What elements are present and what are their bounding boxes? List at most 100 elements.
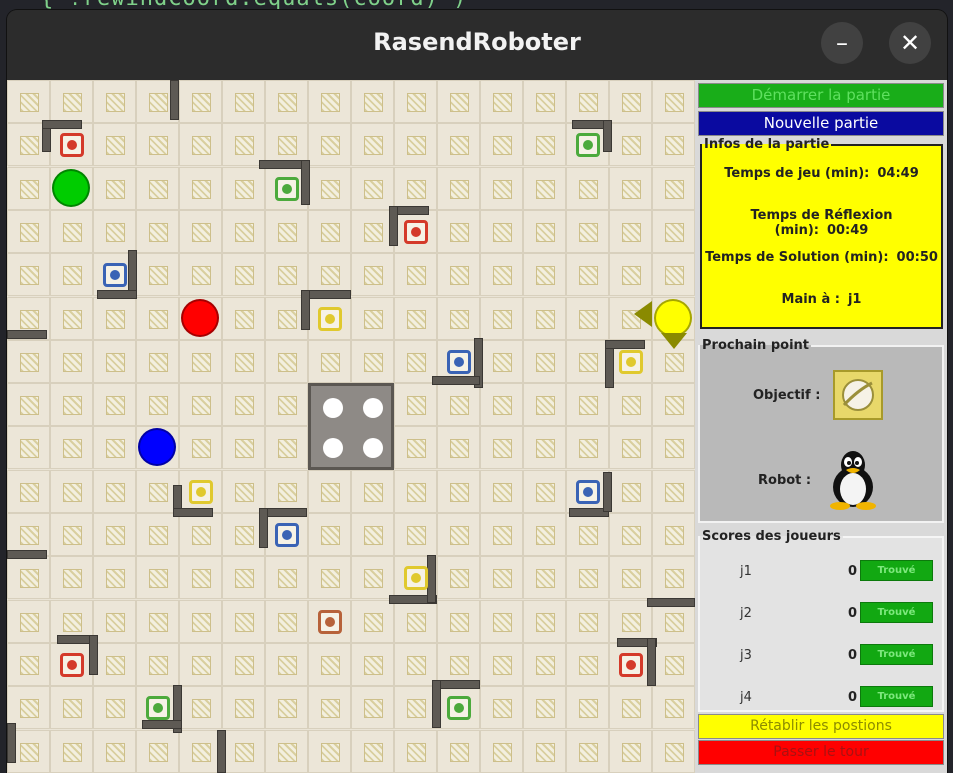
board-cell[interactable] xyxy=(480,729,523,773)
board-cell[interactable] xyxy=(523,383,566,427)
board-cell[interactable] xyxy=(566,729,609,773)
board-cell[interactable] xyxy=(265,469,308,513)
board-cell[interactable] xyxy=(93,686,136,730)
board-cell[interactable] xyxy=(179,339,222,383)
board-cell[interactable] xyxy=(437,123,480,167)
board-cell[interactable] xyxy=(652,383,695,427)
board-cell[interactable] xyxy=(136,296,179,340)
board-cell[interactable] xyxy=(480,642,523,686)
board-cell[interactable] xyxy=(136,166,179,210)
board-cell[interactable] xyxy=(566,339,609,383)
board-cell[interactable] xyxy=(50,339,93,383)
board-cell[interactable] xyxy=(652,556,695,600)
board-cell[interactable] xyxy=(308,209,351,253)
board-cell[interactable] xyxy=(609,166,652,210)
board-cell[interactable] xyxy=(652,166,695,210)
board-cell[interactable] xyxy=(308,166,351,210)
board-cell[interactable] xyxy=(222,729,265,773)
board-cell[interactable] xyxy=(93,469,136,513)
board-cell[interactable] xyxy=(308,686,351,730)
board-cell[interactable] xyxy=(265,339,308,383)
found-button-j2[interactable]: Trouvé xyxy=(860,602,933,623)
board-cell[interactable] xyxy=(609,513,652,556)
board-cell[interactable] xyxy=(437,556,480,600)
board-cell[interactable] xyxy=(609,556,652,600)
board-cell[interactable] xyxy=(351,469,394,513)
board-cell[interactable] xyxy=(179,209,222,253)
board-cell[interactable] xyxy=(609,383,652,427)
board-cell[interactable] xyxy=(394,253,437,297)
board-cell[interactable] xyxy=(480,513,523,556)
board-cell[interactable] xyxy=(437,296,480,340)
found-button-j3[interactable]: Trouvé xyxy=(860,644,933,665)
board-cell[interactable] xyxy=(394,599,437,643)
board-cell[interactable] xyxy=(93,729,136,773)
board-cell[interactable] xyxy=(136,729,179,773)
board-cell[interactable] xyxy=(265,729,308,773)
board-cell[interactable] xyxy=(93,642,136,686)
board-cell[interactable] xyxy=(222,426,265,470)
board-cell[interactable] xyxy=(652,469,695,513)
move-arrows[interactable] xyxy=(634,293,704,363)
board-cell[interactable] xyxy=(93,556,136,600)
board-cell[interactable] xyxy=(652,686,695,730)
board-cell[interactable] xyxy=(351,296,394,340)
board-cell[interactable] xyxy=(50,513,93,556)
board-cell[interactable] xyxy=(351,556,394,600)
board-cell[interactable] xyxy=(437,599,480,643)
board-cell[interactable] xyxy=(652,253,695,297)
board-cell[interactable] xyxy=(437,166,480,210)
board-cell[interactable] xyxy=(50,383,93,427)
board-cell[interactable] xyxy=(222,383,265,427)
board-cell[interactable] xyxy=(7,556,50,600)
board-cell[interactable] xyxy=(652,426,695,470)
board-cell[interactable] xyxy=(609,123,652,167)
board-cell[interactable] xyxy=(609,729,652,773)
board-cell[interactable] xyxy=(222,209,265,253)
board-cell[interactable] xyxy=(652,123,695,167)
board-cell[interactable] xyxy=(394,469,437,513)
board-cell[interactable] xyxy=(179,642,222,686)
board-cell[interactable] xyxy=(523,166,566,210)
board-cell[interactable] xyxy=(609,80,652,123)
board-cell[interactable] xyxy=(222,556,265,600)
board-cell[interactable] xyxy=(609,253,652,297)
board-cell[interactable] xyxy=(50,556,93,600)
board-cell[interactable] xyxy=(93,123,136,167)
board-cell[interactable] xyxy=(480,426,523,470)
board-cell[interactable] xyxy=(523,253,566,297)
new-game-button[interactable]: Nouvelle partie xyxy=(698,111,944,136)
board-cell[interactable] xyxy=(437,383,480,427)
board-cell[interactable] xyxy=(7,209,50,253)
board-cell[interactable] xyxy=(609,599,652,643)
board-cell[interactable] xyxy=(609,426,652,470)
board-cell[interactable] xyxy=(480,383,523,427)
board-cell[interactable] xyxy=(437,426,480,470)
board-cell[interactable] xyxy=(265,686,308,730)
board-cell[interactable] xyxy=(179,513,222,556)
board-cell[interactable] xyxy=(652,209,695,253)
board-cell[interactable] xyxy=(222,80,265,123)
board-cell[interactable] xyxy=(7,166,50,210)
board-cell[interactable] xyxy=(50,469,93,513)
board-cell[interactable] xyxy=(480,296,523,340)
board-cell[interactable] xyxy=(609,209,652,253)
board-cell[interactable] xyxy=(308,729,351,773)
board-cell[interactable] xyxy=(566,166,609,210)
board-cell[interactable] xyxy=(394,166,437,210)
board-cell[interactable] xyxy=(566,383,609,427)
board-cell[interactable] xyxy=(394,123,437,167)
board-cell[interactable] xyxy=(93,339,136,383)
board-cell[interactable] xyxy=(394,686,437,730)
board-cell[interactable] xyxy=(480,123,523,167)
board-cell[interactable] xyxy=(394,339,437,383)
board-cell[interactable] xyxy=(566,426,609,470)
board-cell[interactable] xyxy=(566,556,609,600)
board-cell[interactable] xyxy=(136,599,179,643)
board-cell[interactable] xyxy=(93,209,136,253)
board-cell[interactable] xyxy=(566,253,609,297)
board-cell[interactable] xyxy=(351,209,394,253)
board-cell[interactable] xyxy=(652,729,695,773)
board-cell[interactable] xyxy=(437,209,480,253)
board-cell[interactable] xyxy=(480,209,523,253)
